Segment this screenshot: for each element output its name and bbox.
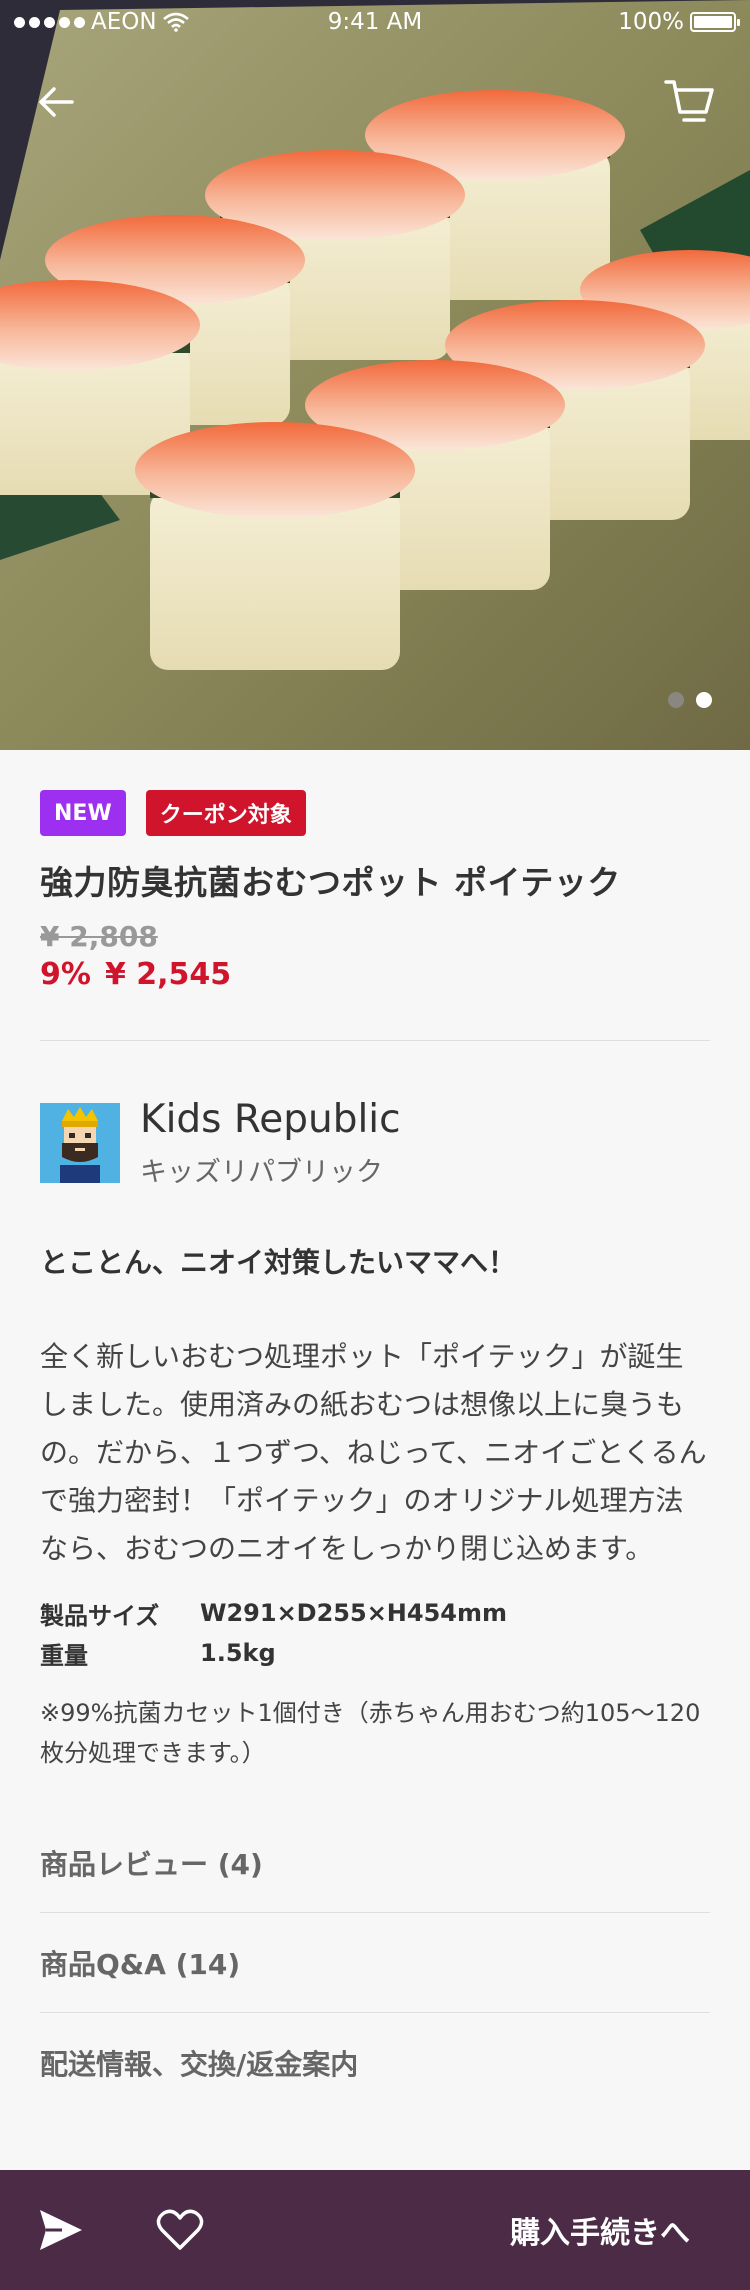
brand-info[interactable]: Kids Republic キッズリパブリック <box>40 1097 710 1189</box>
original-price: ¥ 2,808 <box>40 920 158 953</box>
shipping-info-link[interactable]: 配送情報、交換/返金案内 <box>40 2013 710 2113</box>
battery-percentage: 100% <box>618 9 684 35</box>
carousel-pager[interactable] <box>668 692 712 708</box>
sale-price: ¥ 2,545 <box>104 957 232 992</box>
checkout-button[interactable]: 購入手続きへ <box>510 2170 690 2290</box>
signal-strength-icon <box>14 16 85 28</box>
arrow-left-icon <box>39 87 74 117</box>
spec-label: 重量 <box>40 1641 88 1670</box>
status-bar: AEON 9:41 AM 100% <box>0 0 750 44</box>
battery-icon <box>690 12 740 32</box>
king-character-icon <box>60 1107 100 1183</box>
sale-price-row: 9% ¥ 2,545 <box>40 957 710 992</box>
send-icon <box>40 2210 82 2250</box>
description-body: 全く新しいおむつ処理ポット「ポイテック」が誕生しました。使用済みの紙おむつは想像… <box>40 1340 707 1565</box>
spec-row: 製品サイズ W291×D255×H454mm <box>40 1593 710 1633</box>
heart-icon <box>156 2209 204 2250</box>
carrier-name: AEON <box>91 9 157 35</box>
product-image-carousel[interactable]: AEON 9:41 AM 100% <box>0 0 750 750</box>
share-button[interactable] <box>38 2208 84 2252</box>
favorite-button[interactable] <box>156 2206 204 2254</box>
brand-logo <box>40 1103 120 1183</box>
spec-row: 重量 1.5kg <box>40 1633 710 1673</box>
divider <box>40 1040 710 1041</box>
spec-label: 製品サイズ <box>40 1601 160 1630</box>
back-button[interactable] <box>30 76 82 128</box>
product-photo <box>0 0 750 750</box>
brand-name-kana: キッズリパブリック <box>140 1157 383 1188</box>
product-details: NEW クーポン対象 強力防臭抗菌おむつポット ポイテック ¥ 2,808 9%… <box>40 790 710 2113</box>
new-badge: NEW <box>40 790 126 836</box>
reviews-link[interactable]: 商品レビュー (4) <box>40 1813 710 1913</box>
cart-button[interactable] <box>660 72 720 132</box>
pager-dot[interactable] <box>668 692 684 708</box>
discount-rate: 9% <box>40 957 91 992</box>
bottom-action-bar: 購入手続きへ <box>0 2170 750 2290</box>
pager-dot[interactable] <box>696 692 712 708</box>
product-title: 強力防臭抗菌おむつポット ポイテック <box>40 863 621 902</box>
brand-name: Kids Republic <box>140 1097 401 1142</box>
badge-row: NEW クーポン対象 <box>40 790 710 836</box>
wifi-icon <box>162 12 189 32</box>
info-links: 商品レビュー (4) 商品Q&A (14) 配送情報、交換/返金案内 <box>40 1813 710 2113</box>
spec-list: 製品サイズ W291×D255×H454mm 重量 1.5kg <box>40 1593 710 1673</box>
spec-value: 1.5kg <box>200 1639 276 1667</box>
product-note: ※99%抗菌カセット1個付き（赤ちゃん用おむつ約105〜120枚分処理できます。… <box>40 1699 701 1767</box>
cart-icon <box>664 80 714 122</box>
description-headline: とことん、ニオイ対策したいママへ！ <box>40 1246 517 1279</box>
coupon-badge: クーポン対象 <box>145 790 306 836</box>
spec-value: W291×D255×H454mm <box>200 1599 508 1627</box>
qa-link[interactable]: 商品Q&A (14) <box>40 1913 710 2013</box>
